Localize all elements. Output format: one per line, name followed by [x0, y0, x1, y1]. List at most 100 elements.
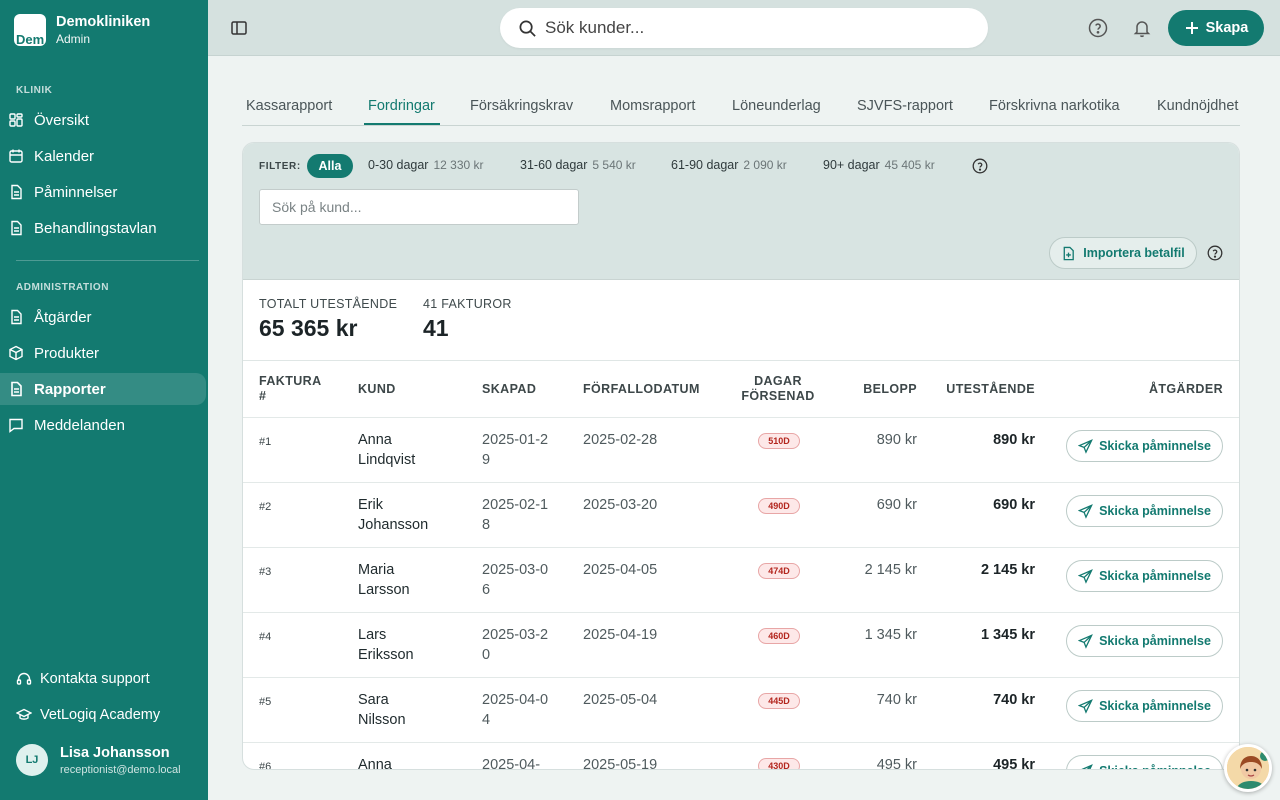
academy-link[interactable]: VetLogiq Academy — [16, 707, 160, 723]
table-row[interactable]: #1 Anna Lindqvist 2025-01-29 2025-02-28 510D… — [243, 417, 1239, 482]
customer-name[interactable]: Erik Johansson — [358, 495, 438, 535]
help-icon[interactable] — [972, 158, 988, 174]
amount: 1 345 kr — [864, 627, 917, 643]
outstanding: 690 kr — [993, 497, 1035, 513]
send-icon — [1078, 698, 1093, 714]
sidebar-item-rapporter[interactable]: Rapporter — [0, 373, 206, 405]
invoice-number[interactable]: #1 — [259, 432, 271, 452]
days-late-badge: 474D — [758, 563, 800, 579]
customer-name[interactable]: Sara Nilsson — [358, 690, 438, 730]
customer-filter-input[interactable] — [259, 189, 579, 225]
table-row[interactable]: #2 Erik Johansson 2025-02-18 2025-03-20 490D… — [243, 482, 1239, 547]
col-outstanding[interactable]: UTESTÅENDE — [935, 382, 1035, 397]
invoice-number[interactable]: #2 — [259, 497, 271, 517]
tab-fordringar[interactable]: Fordringar — [368, 98, 435, 114]
help-icon[interactable] — [1207, 245, 1223, 261]
amount: 495 kr — [876, 757, 917, 770]
sidebar-item-label: Behandlingstavlan — [34, 219, 157, 237]
amount: 890 kr — [876, 432, 917, 448]
table-row[interactable]: #4 Lars Eriksson 2025-03-20 2025-04-19 460D 1… — [243, 612, 1239, 677]
table-row[interactable]: #5 Sara Nilsson 2025-04-04 2025-05-04 445D 74… — [243, 677, 1239, 742]
academy-label: VetLogiq Academy — [40, 707, 161, 723]
outstanding: 740 kr — [993, 692, 1035, 708]
send-icon — [1078, 503, 1093, 519]
help-icon[interactable] — [1088, 18, 1108, 38]
send-reminder-button[interactable]: Skicka påminnelse — [1066, 755, 1223, 769]
invoice-count-value: 41 — [423, 315, 449, 341]
user-profile[interactable]: LJ Lisa Johansson receptionist@demo.loca… — [16, 744, 181, 776]
invoice-number[interactable]: #3 — [259, 562, 271, 582]
created-date: 2025-03-06 — [482, 562, 549, 598]
sidebar-item-paminnelser[interactable]: Påminnelser — [0, 176, 206, 208]
brand[interactable]: Dem Demokliniken Admin — [14, 14, 150, 46]
col-due-date[interactable]: FÖRFALLODATUM — [583, 382, 700, 397]
send-reminder-label: Skicka påminnelse — [1099, 764, 1211, 769]
sidebar-item-kalender[interactable]: Kalender — [0, 140, 206, 172]
send-reminder-button[interactable]: Skicka påminnelse — [1066, 430, 1223, 462]
col-amount[interactable]: BELOPP — [837, 382, 917, 397]
avatar: LJ — [16, 744, 48, 776]
send-reminder-button[interactable]: Skicka påminnelse — [1066, 495, 1223, 527]
table-row[interactable]: #6 Anna 2025-04- 2025-05-19 430D 495 kr 495 kr… — [243, 742, 1239, 770]
col-invoice[interactable]: FAKTURA # — [259, 374, 329, 404]
filter-bar: FILTER: Alla 0-30 dagar 12 330 kr 31-60 d… — [243, 143, 1239, 280]
customer-name[interactable]: Anna Lindqvist — [358, 430, 438, 470]
customer-name[interactable]: Anna — [358, 755, 438, 769]
created-date: 2025-02-18 — [482, 497, 549, 533]
outstanding: 495 kr — [993, 757, 1035, 770]
contact-support-link[interactable]: Kontakta support — [16, 671, 150, 687]
invoice-count-label: 41 FAKTUROR — [423, 297, 512, 311]
invoice-number[interactable]: #6 — [259, 757, 271, 769]
assistant-avatar[interactable] — [1224, 744, 1272, 792]
active-tab-indicator — [364, 123, 440, 125]
bell-icon[interactable] — [1132, 18, 1152, 38]
filter-chip-90-plus[interactable]: 90+ dagar 45 405 kr — [823, 158, 935, 172]
tab-sjvfs-rapport[interactable]: SJVFS-rapport — [857, 98, 953, 114]
sidebar-item-label: Påminnelser — [34, 183, 118, 201]
days-late-badge: 490D — [758, 498, 800, 514]
clinic-name: Demokliniken — [56, 14, 151, 30]
filter-chip-61-90[interactable]: 61-90 dagar 2 090 kr — [671, 158, 787, 172]
customer-name[interactable]: Lars Eriksson — [358, 625, 438, 665]
due-date: 2025-05-04 — [583, 692, 658, 708]
sidebar-item-produkter[interactable]: Produkter — [0, 337, 206, 369]
create-button[interactable]: Skapa — [1168, 10, 1264, 46]
sidebar-item-oversikt[interactable]: Översikt — [0, 104, 206, 136]
filter-chip-all[interactable]: Alla — [307, 154, 353, 178]
tab-loneunderlag[interactable]: Löneunderlag — [732, 98, 821, 114]
sidebar: Dem Demokliniken Admin KLINIK Översikt K… — [0, 0, 208, 800]
table-row[interactable]: #3 Maria Larsson 2025-03-06 2025-04-05 474D 2… — [243, 547, 1239, 612]
grid-icon — [9, 113, 23, 127]
sidebar-item-label: Översikt — [34, 111, 90, 129]
filter-chip-0-30[interactable]: 0-30 dagar 12 330 kr — [368, 158, 484, 172]
col-days-late[interactable]: DAGAR FÖRSENAD — [733, 374, 823, 404]
sidebar-item-atgarder[interactable]: Åtgärder — [0, 301, 206, 333]
sidebar-item-label: Meddelanden — [34, 416, 125, 434]
import-payment-file-button[interactable]: Importera betalfil — [1049, 237, 1197, 269]
tab-forsakringskrav[interactable]: Försäkringskrav — [470, 98, 573, 114]
invoice-number[interactable]: #4 — [259, 627, 271, 647]
sidebar-toggle-icon[interactable] — [230, 19, 248, 37]
send-reminder-button[interactable]: Skicka påminnelse — [1066, 690, 1223, 722]
sidebar-item-behandlingstavlan[interactable]: Behandlingstavlan — [0, 212, 206, 244]
tab-momsrapport[interactable]: Momsrapport — [610, 98, 695, 114]
sidebar-divider — [16, 260, 199, 261]
days-late-badge: 510D — [758, 433, 800, 449]
tab-forskrivna-narkotika[interactable]: Förskrivna narkotika — [989, 98, 1120, 114]
message-icon — [9, 418, 23, 433]
sidebar-item-meddelanden[interactable]: Meddelanden — [0, 409, 206, 441]
filter-chip-31-60[interactable]: 31-60 dagar 5 540 kr — [520, 158, 636, 172]
send-reminder-button[interactable]: Skicka påminnelse — [1066, 625, 1223, 657]
sidebar-item-label: Åtgärder — [34, 308, 92, 326]
send-reminder-label: Skicka påminnelse — [1099, 699, 1211, 713]
col-created[interactable]: SKAPAD — [482, 382, 536, 397]
customer-search-input[interactable]: Sök kunder... — [500, 8, 988, 48]
send-reminder-button[interactable]: Skicka påminnelse — [1066, 560, 1223, 592]
customer-name[interactable]: Maria Larsson — [358, 560, 438, 600]
amount: 2 145 kr — [864, 562, 917, 578]
file-plus-icon — [1063, 246, 1075, 260]
tab-kassarapport[interactable]: Kassarapport — [246, 98, 332, 114]
tab-kundnojdhet[interactable]: Kundnöjdhet — [1157, 98, 1238, 114]
col-customer[interactable]: KUND — [358, 382, 396, 397]
invoice-number[interactable]: #5 — [259, 692, 271, 712]
